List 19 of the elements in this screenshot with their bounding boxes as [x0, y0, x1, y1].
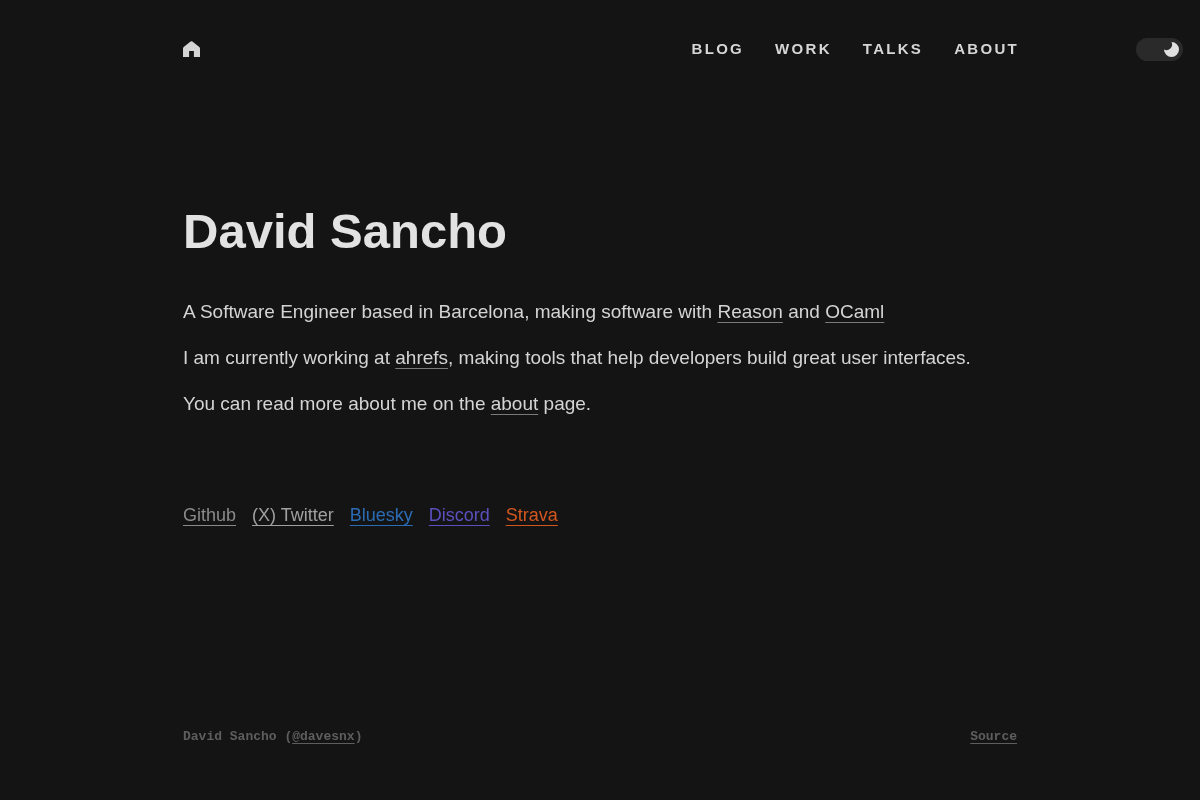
nav-link[interactable]: WORK [775, 37, 832, 60]
nav-link[interactable]: BLOG [691, 37, 745, 60]
intro-paragraph: A Software Engineer based in Barcelona, making software with Reason and OCaml [183, 300, 886, 324]
page-title: David Sancho [183, 203, 509, 260]
text-link[interactable]: ahrefs [395, 347, 449, 368]
text-link[interactable]: about [490, 393, 539, 414]
social-link[interactable]: Strava [505, 501, 558, 529]
nav-link[interactable]: ABOUT [954, 37, 1019, 60]
text-link[interactable]: OCaml [825, 301, 885, 322]
intro-paragraph: You can read more about me on the about page. [183, 392, 593, 416]
text-link[interactable]: Reason [717, 301, 783, 322]
theme-toggle[interactable] [1136, 38, 1183, 61]
footer-credit: David Sancho (@davesnx) [183, 728, 363, 746]
nav-link[interactable]: TALKS [862, 37, 924, 60]
intro-paragraph: I am currently working at ahrefs, making tools that help developers build great user interfaces. [183, 346, 972, 370]
social-link[interactable]: Github [183, 501, 237, 529]
social-link[interactable]: (X) Twitter [252, 501, 334, 529]
home-icon[interactable] [183, 40, 200, 57]
moon-icon [1164, 42, 1179, 57]
